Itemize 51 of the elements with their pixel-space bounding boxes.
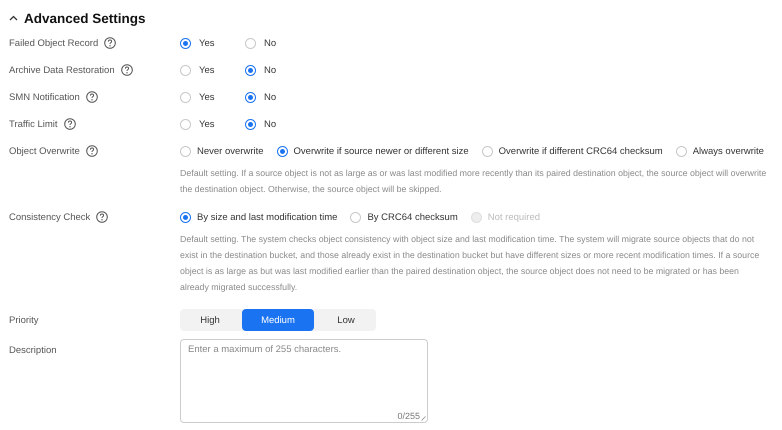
priority-option[interactable]: Low xyxy=(316,309,376,331)
radio-button[interactable] xyxy=(245,38,256,48)
radio-option[interactable]: By size and last modification time xyxy=(180,212,338,222)
field-label: Description xyxy=(9,344,57,356)
section-title: Advanced Settings xyxy=(24,10,146,26)
radio-option[interactable]: Never overwrite xyxy=(180,146,264,156)
priority-option[interactable]: Medium xyxy=(242,309,314,331)
radio-option[interactable]: No xyxy=(245,64,310,76)
resize-handle-icon[interactable] xyxy=(421,416,426,421)
help-text: Default setting. If a source object is not as large as or was last modified more recently than its paired destination object, the source object will overwrite the destination object. Otherwise, the source object will be skipped. xyxy=(180,167,768,196)
radio-button[interactable] xyxy=(482,146,493,156)
priority-option[interactable]: High xyxy=(180,309,240,331)
radio-button[interactable] xyxy=(676,146,687,156)
radio-button[interactable] xyxy=(180,212,191,222)
radio-button[interactable] xyxy=(245,92,256,102)
help-icon[interactable] xyxy=(120,64,133,76)
help-icon[interactable] xyxy=(64,118,76,130)
field-label: Traffic Limit xyxy=(9,118,58,130)
radio-button[interactable] xyxy=(180,92,191,102)
help-icon[interactable] xyxy=(86,91,98,103)
radio-option[interactable]: Always overwrite xyxy=(676,146,764,156)
radio-option[interactable]: Yes xyxy=(180,118,245,130)
field-label: SMN Notification xyxy=(9,92,80,102)
radio-button[interactable] xyxy=(245,118,256,130)
radio-option[interactable]: Yes xyxy=(180,64,245,76)
radio-option[interactable]: No xyxy=(245,92,310,102)
radio-button[interactable] xyxy=(245,64,256,76)
help-icon[interactable] xyxy=(96,211,108,223)
field-label: Priority xyxy=(9,314,39,326)
help-text: Default setting. The system checks object consistency with object size and last modification time. The system will migrate source objects that do not exist in the destination bucket, and those already exist in the destination bucket but have different sizes or more recent modification times. If a source object is as large as but was last modified earlier than the paired destination object, the source object does not need to be migrated or has been already migrated successfully. xyxy=(180,233,760,294)
radio-option[interactable]: By CRC64 checksum xyxy=(350,212,458,222)
radio-button[interactable] xyxy=(350,212,362,222)
radio-option[interactable]: No xyxy=(245,118,310,130)
help-icon[interactable] xyxy=(86,145,98,157)
field-label: Failed Object Record xyxy=(9,38,98,48)
help-icon[interactable] xyxy=(104,37,116,49)
radio-option[interactable]: No xyxy=(245,38,310,48)
radio-option[interactable]: Overwrite if source newer or different size xyxy=(276,146,469,156)
radio-button[interactable] xyxy=(180,146,191,156)
radio-option[interactable]: Overwrite if different CRC64 checksum xyxy=(482,146,663,156)
radio-button[interactable] xyxy=(180,64,191,76)
field-label: Object Overwrite xyxy=(9,146,80,156)
radio-button[interactable] xyxy=(180,38,191,48)
radio-option[interactable]: Yes xyxy=(180,38,245,48)
radio-button[interactable] xyxy=(180,118,191,130)
field-label: Archive Data Restoration xyxy=(9,64,115,76)
radio-option[interactable]: Yes xyxy=(180,92,245,102)
field-label: Consistency Check xyxy=(9,212,90,222)
chevron-up-icon[interactable] xyxy=(9,15,18,21)
character-counter: 0/255 xyxy=(397,411,420,421)
radio-button[interactable] xyxy=(276,146,288,156)
